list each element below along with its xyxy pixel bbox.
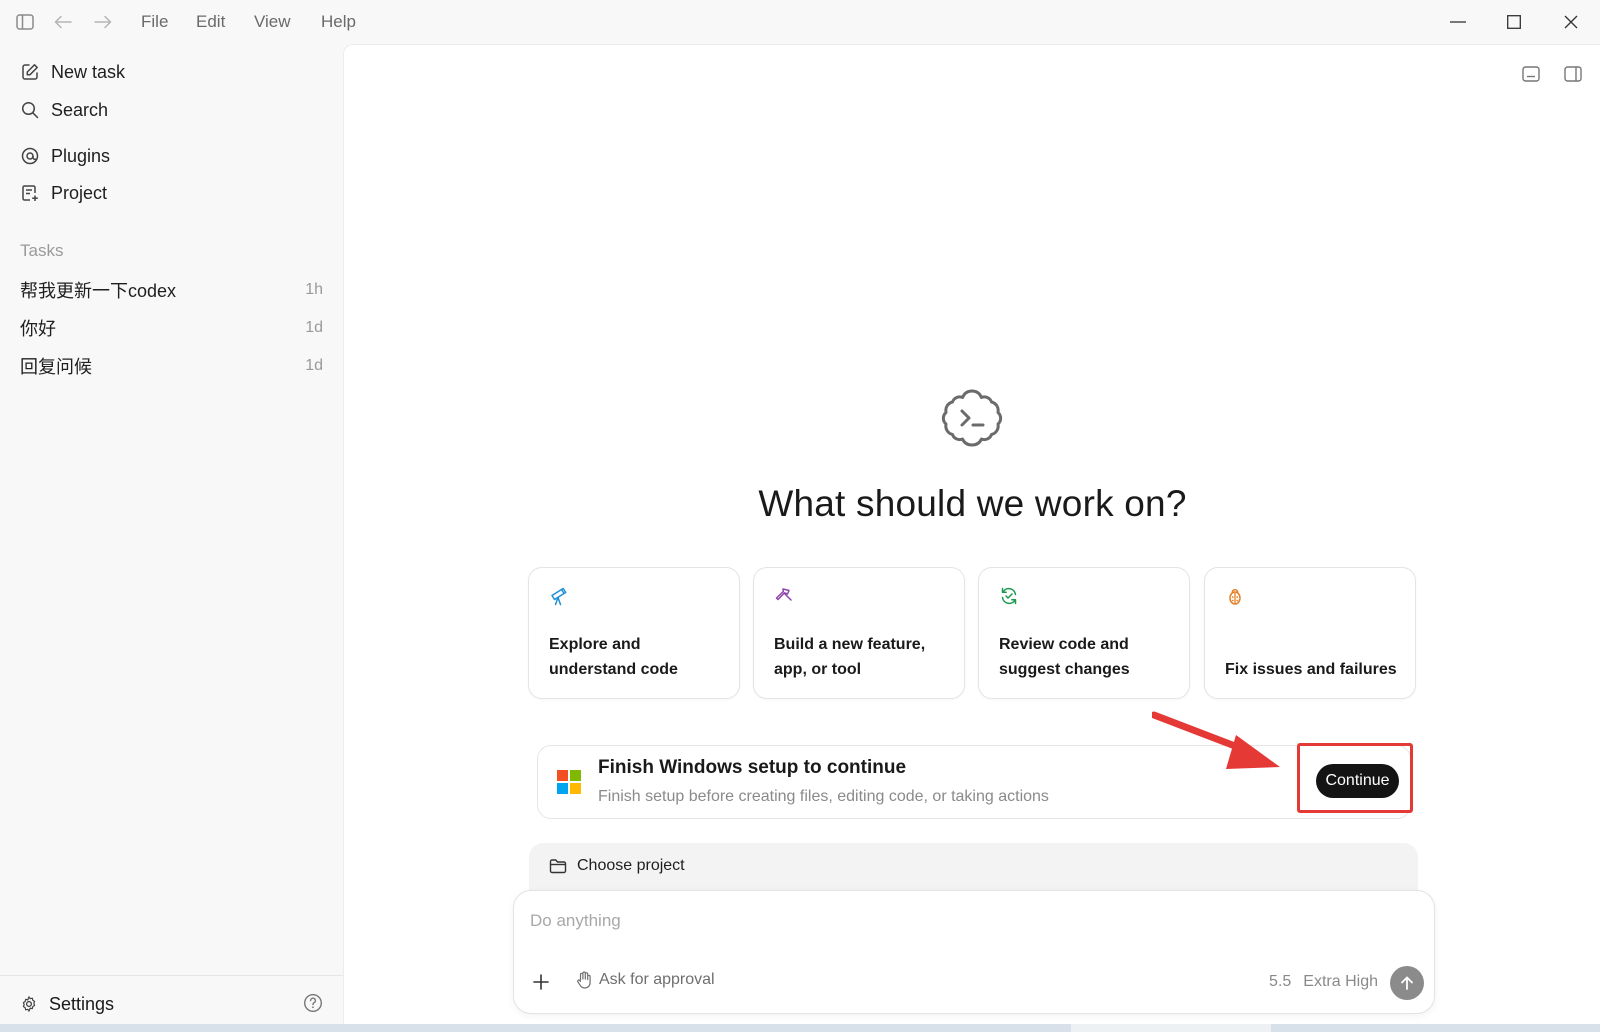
windows-logo-icon bbox=[557, 770, 581, 794]
prompt-input[interactable] bbox=[530, 907, 1390, 935]
sidebar-divider bbox=[0, 975, 343, 976]
send-button[interactable] bbox=[1390, 966, 1424, 1000]
task-age: 1d bbox=[305, 319, 323, 336]
sidebar-item-label: Search bbox=[51, 99, 109, 120]
terminal-panel-icon[interactable] bbox=[1520, 63, 1542, 85]
page-title: What should we work on? bbox=[758, 483, 1187, 524]
edit-icon bbox=[20, 62, 40, 82]
add-attachment-icon[interactable] bbox=[530, 971, 552, 993]
app-window: File Edit View Help New task Search Plug… bbox=[0, 0, 1600, 1032]
suggestion-card-review[interactable]: Review code and suggest changes bbox=[978, 567, 1190, 699]
menu-edit[interactable]: Edit bbox=[196, 12, 225, 32]
composer: Ask for approval 5.5 Extra High bbox=[513, 890, 1435, 1014]
refresh-check-icon bbox=[999, 586, 1019, 606]
sidebar-item-label: Plugins bbox=[51, 145, 111, 166]
plugins-icon bbox=[20, 146, 40, 166]
folder-icon bbox=[549, 858, 567, 874]
search-icon bbox=[20, 100, 40, 120]
model-version: 5.5 bbox=[1269, 973, 1292, 990]
title-bar: File Edit View Help bbox=[0, 0, 1600, 44]
taskbar-strip bbox=[0, 1024, 1600, 1032]
suggestion-card-fix[interactable]: Fix issues and failures bbox=[1204, 567, 1416, 699]
sidebar-item-label: New task bbox=[51, 61, 126, 82]
task-age: 1h bbox=[305, 281, 323, 298]
approval-label: Ask for approval bbox=[599, 971, 715, 988]
suggestion-cards: Explore and understand code Build a new … bbox=[528, 567, 1418, 699]
sidebar-item-label: Project bbox=[51, 182, 108, 203]
forward-arrow-icon[interactable] bbox=[92, 11, 114, 33]
help-icon[interactable] bbox=[303, 993, 323, 1018]
approval-mode-button[interactable]: Ask for approval bbox=[576, 971, 715, 989]
gear-icon bbox=[20, 995, 38, 1013]
card-label: Review code and suggest changes bbox=[999, 636, 1130, 678]
setup-subtitle: Finish setup before creating files, edit… bbox=[598, 788, 1049, 805]
task-title: 帮我更新一下codex bbox=[20, 281, 177, 301]
sidebar-item-new-task[interactable]: New task bbox=[0, 54, 343, 90]
sidebar-item-search[interactable]: Search bbox=[0, 92, 343, 128]
menu-help[interactable]: Help bbox=[321, 12, 356, 32]
sidebar-item-project[interactable]: Project bbox=[0, 175, 343, 211]
setup-title: Finish Windows setup to continue bbox=[598, 757, 907, 778]
settings-button[interactable]: Settings bbox=[0, 984, 343, 1024]
task-item[interactable]: 帮我更新一下codex 1h bbox=[0, 272, 343, 308]
minimize-icon[interactable] bbox=[1445, 9, 1471, 35]
task-item[interactable]: 你好 1d bbox=[0, 310, 343, 346]
sidebar-item-plugins[interactable]: Plugins bbox=[0, 138, 343, 174]
bug-icon bbox=[1225, 586, 1245, 606]
continue-button[interactable]: Continue bbox=[1316, 764, 1399, 798]
codex-logo-icon bbox=[940, 385, 1004, 449]
task-age: 1d bbox=[305, 357, 323, 374]
annotation-arrow-icon bbox=[1152, 711, 1280, 769]
hammer-icon bbox=[774, 586, 794, 606]
suggestion-card-explore[interactable]: Explore and understand code bbox=[528, 567, 740, 699]
menu-file[interactable]: File bbox=[141, 12, 168, 32]
choose-project-label: Choose project bbox=[577, 857, 685, 874]
card-label: Fix issues and failures bbox=[1225, 661, 1397, 678]
suggestion-card-build[interactable]: Build a new feature, app, or tool bbox=[753, 567, 965, 699]
card-label: Explore and understand code bbox=[549, 636, 678, 678]
toggle-sidebar-icon[interactable] bbox=[14, 11, 36, 33]
main-panel: What should we work on? Explore and unde… bbox=[343, 44, 1600, 1024]
maximize-icon[interactable] bbox=[1501, 9, 1527, 35]
task-title: 回复问候 bbox=[20, 357, 92, 377]
task-item[interactable]: 回复问候 1d bbox=[0, 348, 343, 384]
settings-label: Settings bbox=[49, 993, 115, 1014]
side-panel-icon[interactable] bbox=[1562, 63, 1584, 85]
arrow-up-icon bbox=[1399, 975, 1415, 991]
hand-icon bbox=[576, 971, 592, 989]
telescope-icon bbox=[549, 586, 569, 606]
close-icon[interactable] bbox=[1558, 9, 1584, 35]
project-icon bbox=[20, 183, 40, 203]
task-title: 你好 bbox=[20, 319, 56, 339]
model-selector[interactable]: 5.5 Extra High bbox=[1269, 973, 1378, 991]
reasoning-level: Extra High bbox=[1303, 973, 1378, 990]
card-label: Build a new feature, app, or tool bbox=[774, 636, 926, 678]
sidebar: New task Search Plugins Project Tasks 帮我… bbox=[0, 44, 343, 1032]
menu-view[interactable]: View bbox=[254, 12, 291, 32]
tasks-section-label: Tasks bbox=[20, 241, 64, 260]
back-arrow-icon[interactable] bbox=[52, 11, 74, 33]
